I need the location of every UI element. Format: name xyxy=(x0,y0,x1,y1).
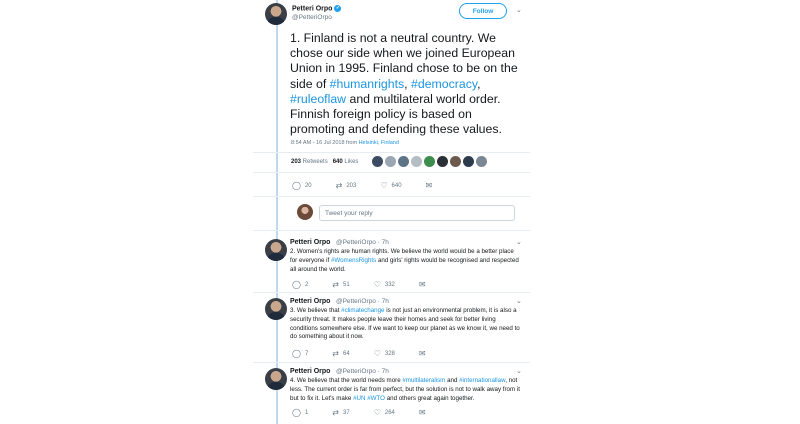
tweet-text: 4. We believe that the world needs more … xyxy=(290,377,520,402)
author-name[interactable]: Petteri Orpo ✓ xyxy=(292,5,342,12)
thread-line xyxy=(276,0,278,424)
location-link[interactable]: Helsinki, Finland xyxy=(359,140,399,146)
reply-icon: ◯ xyxy=(292,280,301,289)
hashtag-link[interactable]: #WomensRights xyxy=(331,257,376,264)
hashtag-link[interactable]: #multilateralism xyxy=(402,377,445,384)
liker-avatar[interactable] xyxy=(463,156,474,167)
liker-avatar[interactable] xyxy=(476,156,487,167)
message-button[interactable]: ✉ xyxy=(419,409,426,417)
like-button[interactable]: ♡ 332 xyxy=(374,281,395,289)
hashtag-link[interactable]: #democracy xyxy=(411,77,477,91)
tweet-actions: ◯ 2 ⇄ 51 ♡ 332 ✉ xyxy=(292,281,426,289)
divider xyxy=(253,292,530,293)
hashtag-link[interactable]: #ruleoflaw xyxy=(290,92,346,106)
liker-avatar[interactable] xyxy=(411,156,422,167)
divider xyxy=(253,196,530,197)
like-icon: ♡ xyxy=(373,408,381,417)
hashtag-link[interactable]: #humanrights xyxy=(330,77,405,91)
tweet-text: 1. Finland is not a neutral country. We … xyxy=(290,31,518,137)
liker-avatar[interactable] xyxy=(398,156,409,167)
hashtag-link[interactable]: #WTO xyxy=(367,395,385,402)
reply-button[interactable]: ◯ 20 xyxy=(292,182,312,190)
like-icon: ♡ xyxy=(373,349,381,358)
author-name[interactable]: Petteri Orpo xyxy=(290,368,330,375)
author-handle[interactable]: @PetteriOrpo · 7h xyxy=(336,239,389,246)
message-button[interactable]: ✉ xyxy=(419,281,426,289)
retweet-icon: ⇄ xyxy=(332,349,339,358)
tweet-actions: ◯ 20 ⇄ 203 ♡ 640 ✉ xyxy=(292,182,432,190)
divider xyxy=(253,362,530,363)
message-icon: ✉ xyxy=(425,181,433,190)
author-name[interactable]: Petteri Orpo xyxy=(290,298,330,305)
likers-avatars[interactable] xyxy=(372,156,487,167)
liker-avatar[interactable] xyxy=(450,156,461,167)
hashtag-link[interactable]: #UN xyxy=(353,395,365,402)
divider xyxy=(253,230,530,231)
reply-icon: ◯ xyxy=(292,408,301,417)
message-button[interactable]: ✉ xyxy=(419,350,426,358)
tweet-actions: ◯ 7 ⇄ 64 ♡ 328 ✉ xyxy=(292,350,426,358)
like-button[interactable]: ♡ 640 xyxy=(380,182,401,190)
engagement-counts[interactable]: 203 Retweets 640 Likes xyxy=(291,159,358,165)
tweet-text: 2. Women's rights are human rights. We b… xyxy=(290,248,519,273)
author-handle[interactable]: @PetteriOrpo · 7h xyxy=(336,368,389,375)
hashtag-link[interactable]: #internationallaw xyxy=(459,377,505,384)
follow-button[interactable]: Follow xyxy=(459,3,507,19)
author-handle[interactable]: @PetteriOrpo · 7h xyxy=(336,298,389,305)
user-avatar xyxy=(297,204,313,220)
retweet-icon: ⇄ xyxy=(332,408,339,417)
author-handle[interactable]: @PetteriOrpo xyxy=(292,14,332,21)
message-icon: ✉ xyxy=(418,280,426,289)
reply-button[interactable]: ◯ 2 xyxy=(292,281,308,289)
avatar[interactable] xyxy=(265,368,287,390)
reply-input[interactable]: Tweet your reply xyxy=(319,205,515,221)
like-button[interactable]: ♡ 264 xyxy=(374,409,395,417)
avatar[interactable] xyxy=(265,239,287,261)
verified-icon: ✓ xyxy=(334,5,342,12)
message-icon: ✉ xyxy=(418,408,426,417)
like-icon: ♡ xyxy=(373,280,381,289)
reply-icon: ◯ xyxy=(292,349,301,358)
tweet-actions: ◯ 1 ⇄ 37 ♡ 264 ✉ xyxy=(292,409,426,417)
reply-button[interactable]: ◯ 7 xyxy=(292,350,308,358)
like-button[interactable]: ♡ 328 xyxy=(374,350,395,358)
like-icon: ♡ xyxy=(380,181,388,190)
chevron-down-icon[interactable]: ⌄ xyxy=(516,368,523,375)
liker-avatar[interactable] xyxy=(385,156,396,167)
message-button[interactable]: ✉ xyxy=(426,182,433,190)
avatar[interactable] xyxy=(265,3,287,25)
hashtag-link[interactable]: #climatechange xyxy=(341,307,384,314)
liker-avatar[interactable] xyxy=(437,156,448,167)
liker-avatar[interactable] xyxy=(372,156,383,167)
chevron-down-icon[interactable]: ⌄ xyxy=(516,298,523,305)
chevron-down-icon[interactable]: ⌄ xyxy=(516,7,523,14)
liker-avatar[interactable] xyxy=(424,156,435,167)
retweet-button[interactable]: ⇄ 37 xyxy=(332,409,349,417)
retweet-icon: ⇄ xyxy=(335,181,343,190)
retweet-button[interactable]: ⇄ 203 xyxy=(336,182,357,190)
reply-icon: ◯ xyxy=(292,181,301,190)
chevron-down-icon[interactable]: ⌄ xyxy=(516,239,523,246)
divider xyxy=(253,152,530,153)
reply-button[interactable]: ◯ 1 xyxy=(292,409,308,417)
author-name[interactable]: Petteri Orpo xyxy=(290,239,330,246)
tweet-text: 3. We believe that #climatechange is not… xyxy=(290,307,520,341)
message-icon: ✉ xyxy=(418,349,426,358)
divider xyxy=(253,172,530,173)
tweet-timestamp: 8:54 AM - 16 Jul 2018 from Helsinki, Fin… xyxy=(291,140,399,146)
retweet-icon: ⇄ xyxy=(332,280,339,289)
avatar[interactable] xyxy=(265,298,287,320)
retweet-button[interactable]: ⇄ 64 xyxy=(332,350,349,358)
retweet-button[interactable]: ⇄ 51 xyxy=(332,281,349,289)
